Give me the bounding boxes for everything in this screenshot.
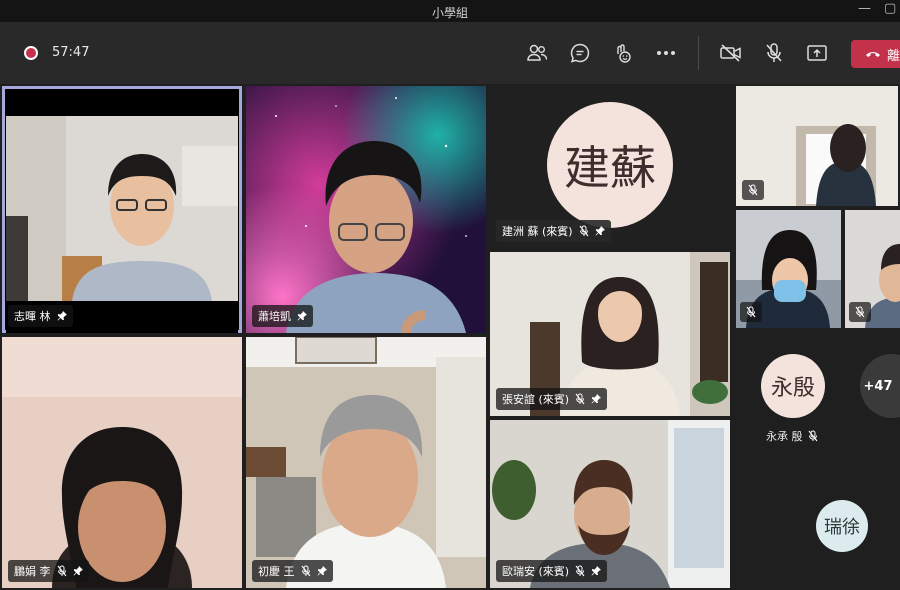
pin-icon bbox=[317, 566, 327, 576]
participant-name: 歐瑞安 (來賓) bbox=[502, 565, 570, 578]
participant-label: 蕭培凱 bbox=[252, 305, 313, 327]
participant-name: 張安誼 (來賓) bbox=[502, 393, 570, 406]
participant-video bbox=[246, 337, 486, 588]
video-tile-p2[interactable]: 蕭培凱 bbox=[246, 86, 486, 333]
avatar: 永殷 bbox=[761, 354, 825, 418]
participant-video bbox=[2, 337, 242, 588]
avatar: 瑞徐 bbox=[816, 500, 868, 552]
pin-icon bbox=[591, 566, 602, 576]
restore-icon[interactable]: ▢ bbox=[884, 1, 896, 16]
avatar: 建蘇 bbox=[547, 102, 673, 228]
pin-icon bbox=[73, 566, 83, 576]
mic-off-icon bbox=[575, 393, 585, 405]
phone-icon bbox=[866, 52, 880, 57]
video-tile-p8[interactable]: 永殷 永承 殷 +47 bbox=[736, 332, 900, 466]
title-bar: 小學組 — ▢ bbox=[0, 0, 900, 22]
participant-label: 志暉 林 bbox=[8, 305, 73, 327]
video-tile-small-3[interactable] bbox=[845, 210, 900, 328]
leave-label: 離 bbox=[887, 48, 900, 64]
reactions-icon[interactable] bbox=[608, 38, 638, 68]
mic-off-icon bbox=[808, 430, 817, 442]
participant-label: 鵬娟 李 bbox=[8, 560, 89, 582]
mic-off-icon bbox=[301, 565, 310, 577]
mic-off-icon bbox=[57, 565, 66, 577]
toolbar-divider bbox=[698, 36, 699, 70]
video-tile-small-2[interactable] bbox=[736, 210, 841, 328]
meeting-timer: 57:47 bbox=[52, 45, 90, 60]
participant-video bbox=[246, 86, 486, 333]
more-participants-count: +47 bbox=[863, 378, 893, 394]
video-tile-p9[interactable]: 瑞徐 bbox=[736, 470, 900, 588]
participant-label: 初慶 王 bbox=[252, 560, 333, 582]
pin-icon bbox=[595, 226, 605, 236]
recording-icon bbox=[24, 46, 38, 60]
participant-name: 蕭培凱 bbox=[258, 310, 291, 323]
mic-off-icon bbox=[740, 302, 762, 322]
mic-off-icon bbox=[742, 180, 764, 200]
participant-name: 志暉 林 bbox=[14, 310, 51, 323]
participant-video bbox=[6, 116, 238, 333]
video-tile-p1[interactable]: 志暉 林 bbox=[2, 86, 242, 333]
camera-off-icon[interactable] bbox=[716, 38, 746, 68]
video-tile-p6[interactable]: 鵬娟 李 bbox=[2, 337, 242, 588]
mic-off-icon bbox=[579, 225, 589, 237]
mic-off-icon bbox=[575, 565, 585, 577]
participant-label: 永承 殷 bbox=[766, 428, 818, 444]
participants-icon[interactable] bbox=[522, 38, 552, 68]
video-tile-small-1[interactable] bbox=[736, 86, 898, 206]
video-tile-p5[interactable]: 歐瑞安 (來賓) bbox=[490, 420, 730, 588]
pin-icon bbox=[591, 394, 602, 404]
more-options-icon[interactable] bbox=[651, 38, 681, 68]
chat-icon[interactable] bbox=[565, 38, 595, 68]
mic-off-icon[interactable] bbox=[759, 38, 789, 68]
participant-label: 歐瑞安 (來賓) bbox=[496, 560, 608, 582]
pin-icon bbox=[57, 311, 67, 321]
window-title: 小學組 bbox=[431, 6, 468, 20]
mic-off-icon bbox=[849, 302, 871, 322]
video-stage: 志暉 林 蕭培凱 建蘇 建洲 蘇 (來賓) 張安誼 (來賓) 歐瑞安 (來賓) … bbox=[0, 84, 900, 590]
minimize-icon[interactable]: — bbox=[858, 1, 871, 16]
participant-name: 初慶 王 bbox=[258, 565, 295, 578]
participant-name: 鵬娟 李 bbox=[14, 565, 51, 578]
more-participants-button[interactable]: +47 bbox=[860, 354, 900, 418]
participant-name: 建洲 蘇 (來賓) bbox=[502, 225, 573, 238]
participant-label: 建洲 蘇 (來賓) bbox=[496, 220, 611, 242]
share-screen-icon[interactable] bbox=[802, 38, 832, 68]
meeting-toolbar: 57:47 離 bbox=[0, 22, 900, 84]
video-tile-p4[interactable]: 張安誼 (來賓) bbox=[490, 252, 730, 416]
participant-label: 張安誼 (來賓) bbox=[496, 388, 608, 410]
participant-name: 永承 殷 bbox=[766, 430, 803, 443]
video-tile-p7[interactable]: 初慶 王 bbox=[246, 337, 486, 588]
leave-button[interactable]: 離 bbox=[851, 40, 900, 68]
video-tile-p3[interactable]: 建蘇 建洲 蘇 (來賓) bbox=[490, 86, 730, 248]
pin-icon bbox=[297, 311, 307, 321]
